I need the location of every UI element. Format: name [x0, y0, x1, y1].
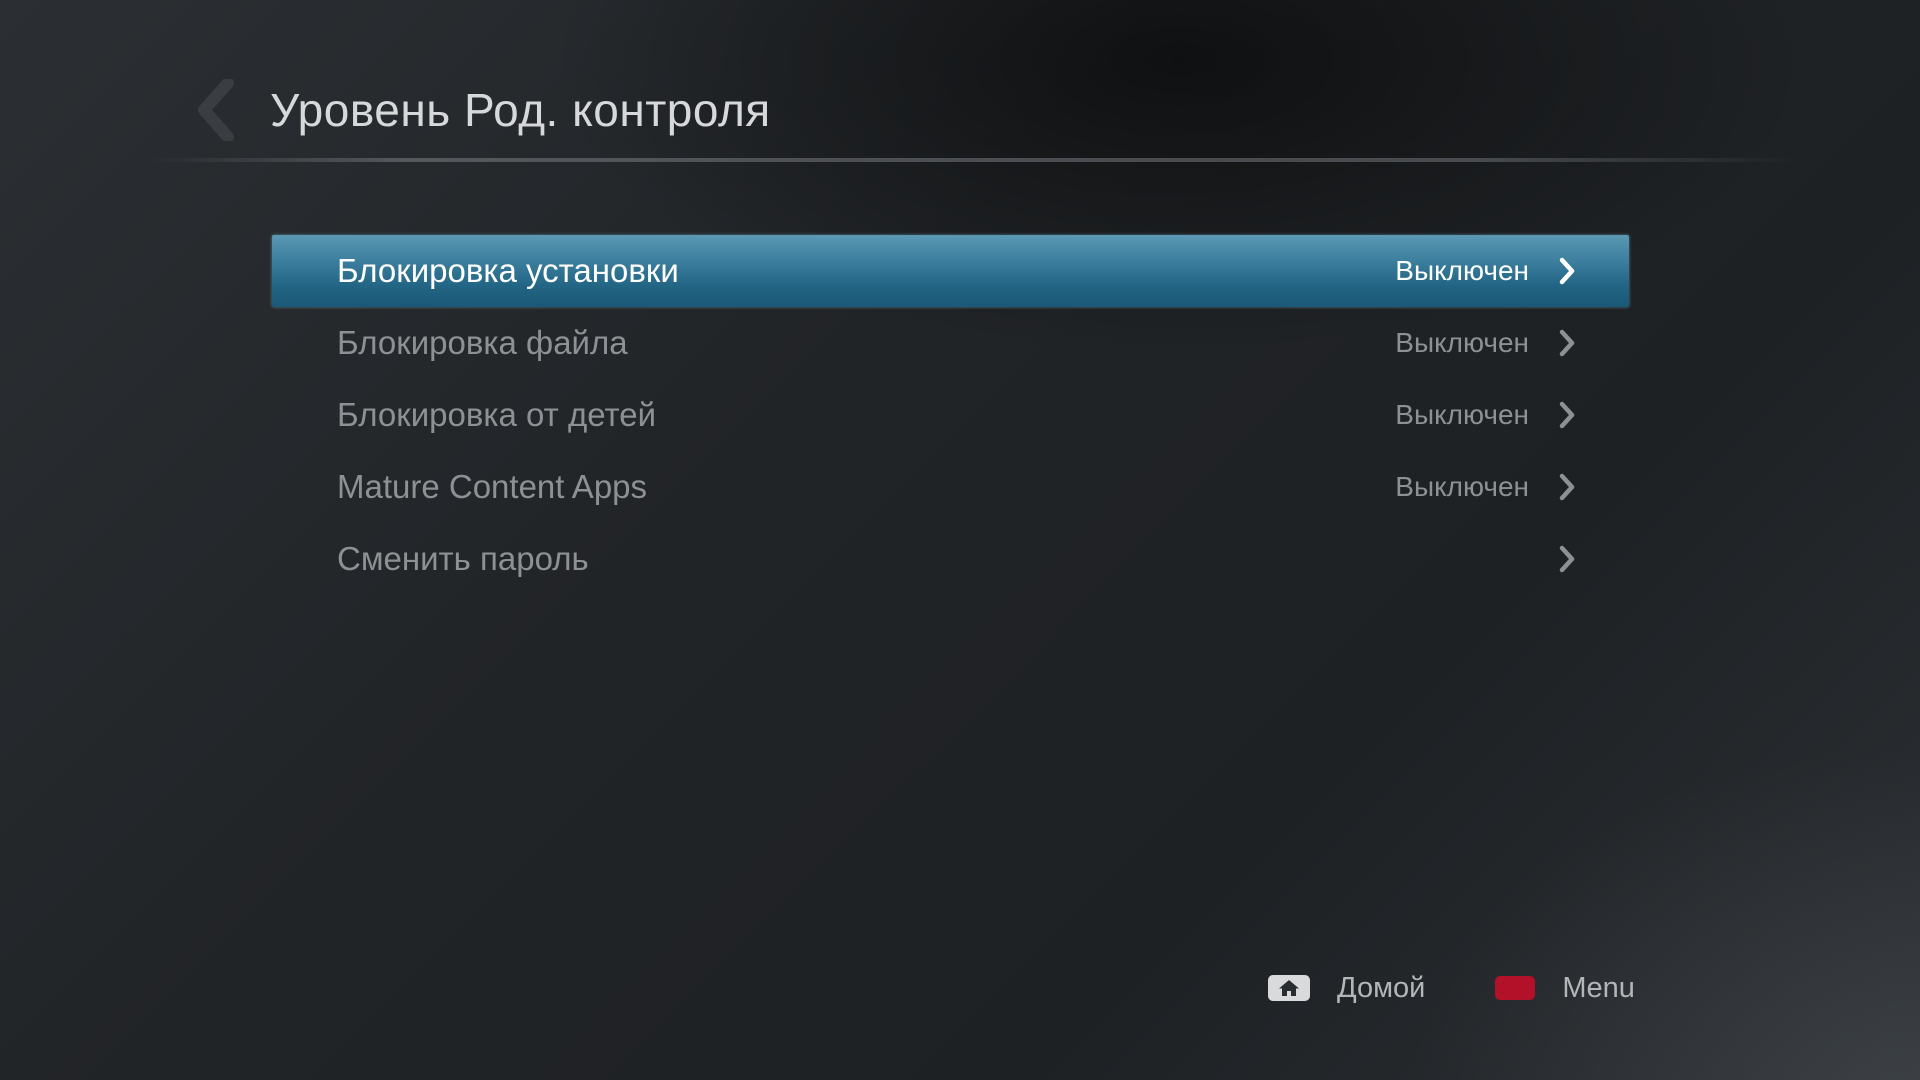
menu-item-change-password[interactable]: Сменить пароль	[272, 523, 1629, 595]
menu-hint-label: Menu	[1562, 971, 1635, 1004]
home-hint-label: Домой	[1337, 971, 1426, 1004]
menu-item-label: Блокировка установки	[337, 252, 679, 289]
menu-item-label: Блокировка файла	[337, 324, 628, 361]
chevron-right-icon	[1555, 400, 1579, 430]
chevron-right-icon	[1555, 544, 1579, 574]
menu-item-file-lock[interactable]: Блокировка файла Выключен	[272, 307, 1629, 379]
chevron-right-icon	[1555, 328, 1579, 358]
red-button-icon	[1495, 976, 1536, 1000]
settings-menu: Блокировка установки Выключен Блокировка…	[272, 235, 1629, 595]
menu-item-setup-lock[interactable]: Блокировка установки Выключен	[272, 235, 1629, 307]
menu-item-child-lock[interactable]: Блокировка от детей Выключен	[272, 379, 1629, 451]
menu-item-value: Выключен	[1395, 399, 1529, 430]
menu-item-label: Сменить пароль	[337, 540, 589, 577]
home-icon	[1268, 975, 1310, 1001]
menu-item-label: Mature Content Apps	[337, 468, 648, 505]
parental-control-screen: Уровень Род. контроля Блокировка установ…	[0, 0, 1920, 1080]
header-divider	[150, 158, 1800, 162]
menu-item-value: Выключен	[1395, 327, 1529, 358]
home-hint[interactable]: Домой	[1268, 972, 1425, 1005]
chevron-left-icon[interactable]	[190, 75, 242, 145]
menu-item-value: Выключен	[1395, 255, 1529, 286]
page-title: Уровень Род. контроля	[270, 84, 771, 136]
menu-item-value: Выключен	[1395, 471, 1529, 502]
menu-hint[interactable]: Menu	[1495, 972, 1635, 1005]
chevron-right-icon	[1555, 256, 1579, 286]
header: Уровень Род. контроля	[190, 70, 771, 150]
menu-item-mature-content-apps[interactable]: Mature Content Apps Выключен	[272, 451, 1629, 523]
chevron-right-icon	[1555, 472, 1579, 502]
footer-hints: Домой Menu	[1268, 968, 1635, 1008]
menu-item-label: Блокировка от детей	[337, 396, 657, 433]
